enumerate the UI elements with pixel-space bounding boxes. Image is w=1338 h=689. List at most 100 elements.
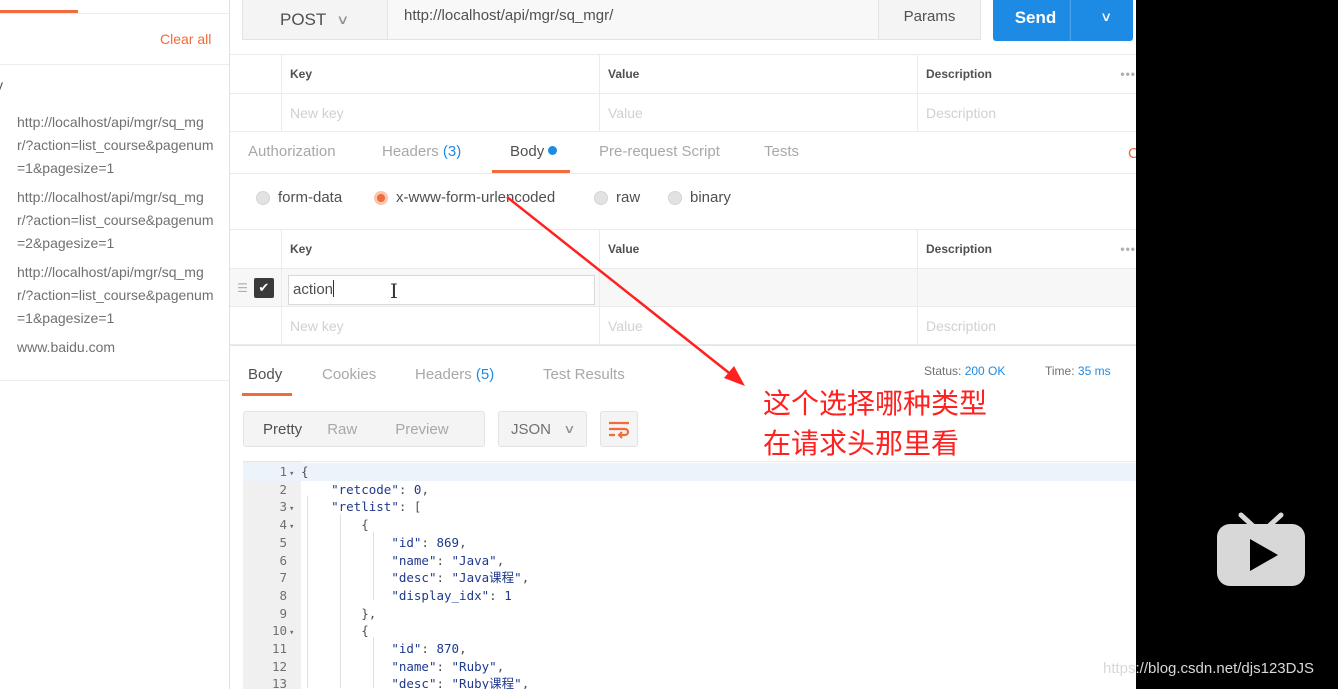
- code-text: "desc": "Ruby课程",: [391, 676, 530, 689]
- headers-count: (3): [442, 143, 462, 160]
- more-options-icon[interactable]: •••: [1120, 67, 1136, 81]
- watermark-text: https://blog.csdn.net/djs123DJS: [1103, 660, 1314, 677]
- code-line: 4 ▾ {: [243, 516, 1136, 534]
- divider: [230, 345, 1136, 346]
- annotation-text: 这个选择哪种类型 在请求头那里看: [763, 384, 987, 464]
- params-button[interactable]: Params: [878, 0, 981, 40]
- line-number: 11: [271, 641, 287, 656]
- language-select[interactable]: JSON ∨: [498, 411, 587, 447]
- line-number: 7: [279, 570, 287, 586]
- code-line: 7 "desc": "Java课程",: [243, 569, 1136, 587]
- code-line: 12 "name": "Ruby",: [243, 658, 1136, 676]
- annotation-line: 这个选择哪种类型: [763, 387, 988, 420]
- chevron-down-icon: ∨: [563, 422, 576, 436]
- drag-handle-icon[interactable]: ☰: [237, 281, 248, 295]
- code-text: "retlist": [: [331, 499, 422, 515]
- tab-body[interactable]: Body: [510, 143, 558, 160]
- value-header: Value: [600, 55, 918, 93]
- code-text: "name": "Ruby",: [391, 658, 505, 674]
- history-item[interactable]: www.baidu.com: [17, 336, 217, 359]
- history-item[interactable]: http://localhost/api/mgr/sq_mgr/?action=…: [17, 111, 217, 180]
- response-body-viewer[interactable]: 1 ▾{2 "retcode": 0, 3 ▾ "retlist": [4 ▾ {5 "…: [243, 461, 1136, 689]
- params-table: Key Value Description ••• New key Value …: [230, 54, 1136, 132]
- table-header: Key Value Description •••: [230, 229, 1136, 269]
- tab-pre-request-script[interactable]: Pre-request Script: [599, 143, 720, 160]
- history-group-label: y: [0, 77, 3, 93]
- line-number: 1: [279, 464, 287, 479]
- chevron-down-icon: ∨: [336, 11, 350, 27]
- time-readout: Time: 35 ms: [1045, 364, 1111, 378]
- history-item[interactable]: http://localhost/api/mgr/sq_mgr/?action=…: [17, 261, 217, 330]
- code-line: 9 },: [243, 605, 1136, 623]
- code-text: {: [301, 464, 309, 479]
- line-number: 2: [279, 481, 287, 497]
- response-tab-cookies[interactable]: Cookies: [322, 366, 376, 383]
- code-line: 13 "desc": "Ruby课程",: [243, 675, 1136, 689]
- response-tab-body[interactable]: Body: [248, 366, 282, 383]
- tab-headers[interactable]: Headers (3): [382, 143, 461, 160]
- tab-authorization[interactable]: Authorization: [248, 143, 336, 160]
- status-value: 200 OK: [964, 364, 1006, 378]
- time-value: 35 ms: [1077, 364, 1111, 378]
- new-value-input[interactable]: Value: [600, 307, 918, 344]
- url-input[interactable]: http://localhost/api/mgr/sq_mgr/: [388, 0, 878, 40]
- raw-button[interactable]: Raw: [327, 421, 357, 438]
- key-header: Key: [282, 230, 600, 268]
- code-text: "name": "Java",: [391, 552, 505, 568]
- code-line: 3 ▾ "retlist": [: [243, 498, 1136, 516]
- request-panel: POST ∨ http://localhost/api/mgr/sq_mgr/ …: [230, 0, 1136, 689]
- response-tab-test-results[interactable]: Test Results: [543, 366, 625, 383]
- code-text: "display_idx": 1: [391, 587, 512, 603]
- status-readout: Status: 200 OK: [924, 364, 1006, 378]
- divider: [0, 380, 229, 381]
- send-button[interactable]: Send ∨: [993, 0, 1133, 41]
- line-number: 4: [279, 517, 287, 533]
- line-number: 8: [279, 587, 287, 603]
- preview-button[interactable]: Preview: [395, 421, 448, 438]
- ibeam-cursor-icon: I: [390, 279, 398, 303]
- value-input[interactable]: [600, 269, 918, 306]
- radio-urlencoded[interactable]: x-www-form-urlencoded: [374, 189, 555, 206]
- annotation-line: 在请求头那里看: [763, 427, 960, 460]
- radio-binary[interactable]: binary: [668, 189, 731, 206]
- active-dot-icon: [548, 146, 558, 155]
- clear-all-button[interactable]: Clear all: [160, 31, 211, 47]
- body-type-radios: form-data x-www-form-urlencoded raw bina…: [230, 174, 1136, 230]
- new-key-input[interactable]: New key: [282, 94, 600, 131]
- code-text: "desc": "Java课程",: [391, 570, 530, 586]
- row-enabled-checkbox[interactable]: ✔: [253, 277, 274, 298]
- wrap-lines-button[interactable]: [600, 411, 638, 447]
- history-list: http://localhost/api/mgr/sq_mgr/?action=…: [17, 111, 217, 365]
- line-number: 13: [271, 676, 287, 689]
- code-link[interactable]: C: [1128, 145, 1136, 162]
- code-text: "id": 869,: [391, 534, 467, 550]
- description-header: Description: [926, 67, 993, 81]
- new-description-input[interactable]: Description: [918, 307, 1136, 344]
- send-options-chevron-icon[interactable]: ∨: [1069, 0, 1136, 41]
- radio-raw[interactable]: raw: [594, 189, 640, 206]
- indent-guide: [373, 532, 374, 600]
- format-button-group: Pretty Raw Preview: [243, 411, 485, 447]
- new-description-input[interactable]: Description: [918, 94, 1136, 131]
- method-select[interactable]: POST ∨: [242, 0, 388, 40]
- response-tab-headers[interactable]: Headers (5): [415, 366, 494, 383]
- line-number: 3: [279, 499, 287, 515]
- description-input[interactable]: [918, 269, 1136, 306]
- wrap-icon: [609, 421, 630, 439]
- history-sidebar: Clear all y http://localhost/api/mgr/sq_…: [0, 0, 230, 689]
- history-item[interactable]: http://localhost/api/mgr/sq_mgr/?action=…: [17, 186, 217, 255]
- key-input[interactable]: action: [288, 275, 595, 305]
- play-icon[interactable]: [1215, 512, 1307, 590]
- table-row: New key Value Description: [230, 94, 1136, 132]
- key-header: Key: [282, 55, 600, 93]
- tab-tests[interactable]: Tests: [764, 143, 799, 160]
- more-options-icon[interactable]: •••: [1120, 242, 1136, 256]
- new-key-input[interactable]: New key: [282, 307, 600, 344]
- radio-form-data[interactable]: form-data: [256, 189, 342, 206]
- divider: [0, 64, 229, 65]
- code-line: 2 "retcode": 0,: [243, 481, 1136, 499]
- new-value-input[interactable]: Value: [600, 94, 918, 131]
- request-tabs: Authorization Headers (3) Body Pre-reque…: [230, 132, 1136, 174]
- table-row: New key Value Description: [230, 307, 1136, 345]
- pretty-button[interactable]: Pretty: [263, 421, 302, 438]
